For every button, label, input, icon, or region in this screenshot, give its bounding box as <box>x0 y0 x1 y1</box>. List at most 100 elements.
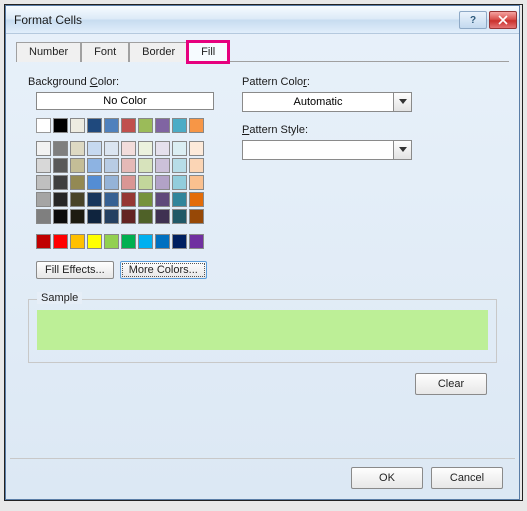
tab-border[interactable]: Border <box>129 42 188 62</box>
color-swatch[interactable] <box>36 141 51 156</box>
color-swatch[interactable] <box>121 175 136 190</box>
color-swatch[interactable] <box>121 118 136 133</box>
pattern-color-combo[interactable]: Automatic <box>242 92 412 112</box>
color-swatch[interactable] <box>53 192 68 207</box>
color-swatch[interactable] <box>121 192 136 207</box>
color-swatch[interactable] <box>155 234 170 249</box>
chevron-down-icon <box>393 93 411 111</box>
color-swatch[interactable] <box>36 175 51 190</box>
sample-preview <box>37 310 488 350</box>
color-swatch[interactable] <box>155 118 170 133</box>
color-swatch[interactable] <box>172 209 187 224</box>
color-swatch[interactable] <box>53 118 68 133</box>
color-swatch[interactable] <box>189 118 204 133</box>
color-swatch[interactable] <box>53 141 68 156</box>
color-swatch[interactable] <box>70 118 85 133</box>
color-swatch[interactable] <box>36 192 51 207</box>
color-swatch[interactable] <box>189 192 204 207</box>
color-swatch[interactable] <box>70 234 85 249</box>
color-swatch[interactable] <box>138 234 153 249</box>
tab-bar: Number Font Border Fill <box>16 42 509 62</box>
help-button[interactable]: ? <box>459 11 487 29</box>
color-swatch[interactable] <box>172 175 187 190</box>
color-swatch[interactable] <box>104 118 119 133</box>
color-swatch[interactable] <box>104 175 119 190</box>
color-swatch[interactable] <box>121 141 136 156</box>
fill-panel: Background Color: No Color Fill Effects.… <box>16 62 509 450</box>
pattern-color-label: Pattern Color: <box>242 76 497 88</box>
color-swatch[interactable] <box>36 118 51 133</box>
color-swatch[interactable] <box>189 175 204 190</box>
more-colors-button[interactable]: More Colors... <box>120 261 207 279</box>
color-swatch[interactable] <box>87 175 102 190</box>
color-swatch[interactable] <box>172 118 187 133</box>
color-swatch[interactable] <box>138 158 153 173</box>
color-swatch[interactable] <box>53 209 68 224</box>
no-color-button[interactable]: No Color <box>36 92 214 110</box>
color-swatch[interactable] <box>104 158 119 173</box>
tab-font[interactable]: Font <box>81 42 129 62</box>
titlebar: Format Cells ? <box>6 6 519 34</box>
theme-shades-grid <box>28 141 214 224</box>
color-swatch[interactable] <box>138 118 153 133</box>
color-swatch[interactable] <box>189 209 204 224</box>
color-swatch[interactable] <box>36 234 51 249</box>
more-colors-label: ore Colors... <box>138 264 198 276</box>
fill-effects-button[interactable]: Fill Effects... <box>36 261 114 279</box>
color-swatch[interactable] <box>36 209 51 224</box>
color-swatch[interactable] <box>87 234 102 249</box>
color-swatch[interactable] <box>121 158 136 173</box>
svg-text:?: ? <box>470 15 476 25</box>
color-swatch[interactable] <box>172 141 187 156</box>
color-swatch[interactable] <box>87 118 102 133</box>
color-swatch[interactable] <box>70 209 85 224</box>
color-swatch[interactable] <box>172 158 187 173</box>
color-swatch[interactable] <box>189 141 204 156</box>
color-swatch[interactable] <box>87 209 102 224</box>
cancel-button[interactable]: Cancel <box>431 467 503 489</box>
color-swatch[interactable] <box>53 175 68 190</box>
sample-group: Sample <box>28 299 497 363</box>
theme-color-row <box>36 118 214 133</box>
color-swatch[interactable] <box>70 175 85 190</box>
color-swatch[interactable] <box>189 234 204 249</box>
color-swatch[interactable] <box>87 192 102 207</box>
color-swatch[interactable] <box>70 141 85 156</box>
color-swatch[interactable] <box>53 234 68 249</box>
pattern-style-combo[interactable] <box>242 140 412 160</box>
color-swatch[interactable] <box>155 141 170 156</box>
color-swatch[interactable] <box>70 192 85 207</box>
dialog-buttons: OK Cancel <box>10 458 515 499</box>
color-swatch[interactable] <box>121 234 136 249</box>
color-swatch[interactable] <box>155 209 170 224</box>
color-swatch[interactable] <box>155 158 170 173</box>
window-title: Format Cells <box>14 13 457 27</box>
clear-button[interactable]: Clear <box>415 373 487 395</box>
chevron-down-icon <box>393 141 411 159</box>
background-color-label: Background Color: <box>28 76 214 88</box>
color-swatch[interactable] <box>138 175 153 190</box>
color-swatch[interactable] <box>138 209 153 224</box>
color-swatch[interactable] <box>87 141 102 156</box>
color-swatch[interactable] <box>138 192 153 207</box>
ok-button[interactable]: OK <box>351 467 423 489</box>
color-swatch[interactable] <box>189 158 204 173</box>
color-swatch[interactable] <box>138 141 153 156</box>
color-swatch[interactable] <box>121 209 136 224</box>
color-swatch[interactable] <box>36 158 51 173</box>
tab-number[interactable]: Number <box>16 42 81 62</box>
color-swatch[interactable] <box>104 192 119 207</box>
color-swatch[interactable] <box>70 158 85 173</box>
color-swatch[interactable] <box>104 209 119 224</box>
close-button[interactable] <box>489 11 517 29</box>
color-swatch[interactable] <box>104 141 119 156</box>
color-swatch[interactable] <box>172 192 187 207</box>
color-swatch[interactable] <box>155 175 170 190</box>
format-cells-dialog: Format Cells ? Number Font Border Fill B… <box>5 5 520 500</box>
color-swatch[interactable] <box>172 234 187 249</box>
color-swatch[interactable] <box>155 192 170 207</box>
color-swatch[interactable] <box>53 158 68 173</box>
color-swatch[interactable] <box>104 234 119 249</box>
color-swatch[interactable] <box>87 158 102 173</box>
tab-fill[interactable]: Fill <box>188 42 228 62</box>
